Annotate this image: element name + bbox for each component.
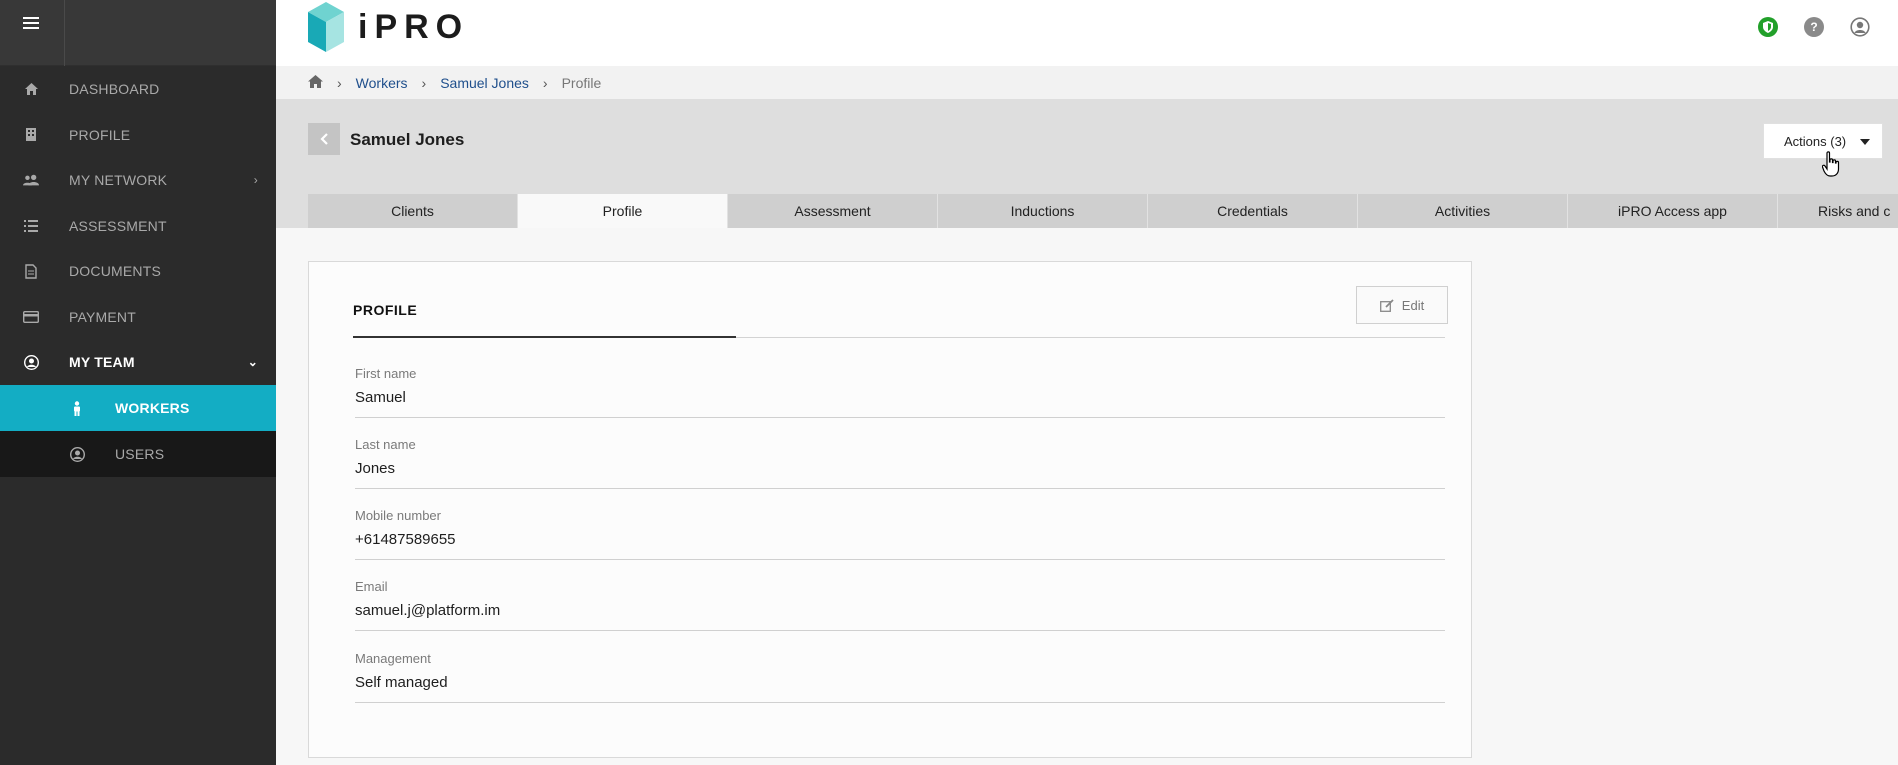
sidebar-item-dashboard[interactable]: DASHBOARD — [0, 66, 276, 112]
tab-label: Credentials — [1217, 203, 1288, 219]
worker-icon — [69, 400, 85, 416]
sidebar-item-label: PAYMENT — [69, 308, 136, 325]
edit-label: Edit — [1401, 297, 1425, 313]
sidebar-submenu: WORKERS USERS — [0, 385, 276, 477]
shield-icon[interactable] — [1758, 17, 1778, 37]
tab-credentials[interactable]: Credentials — [1148, 194, 1358, 228]
home-icon — [23, 81, 39, 97]
breadcrumb: › Workers › Samuel Jones › Profile — [276, 66, 1898, 99]
pointer-cursor-icon — [1821, 151, 1840, 183]
tab-assessment[interactable]: Assessment — [728, 194, 938, 228]
breadcrumb-link-workers[interactable]: Workers — [356, 75, 408, 91]
sidebar-item-documents[interactable]: DOCUMENTS — [0, 249, 276, 295]
chevron-right-icon: › — [253, 173, 258, 188]
sidebar-item-label: WORKERS — [115, 400, 190, 416]
sidebar-item-label: PROFILE — [69, 126, 131, 143]
user-circle-icon — [69, 446, 85, 462]
tab-risks[interactable]: Risks and c — [1778, 194, 1898, 228]
users-icon — [23, 172, 39, 188]
sidebar-item-payment[interactable]: PAYMENT — [0, 294, 276, 340]
field-label: Email — [355, 579, 388, 594]
breadcrumb-current: Profile — [561, 74, 602, 91]
sidebar-item-label: ASSESSMENT — [69, 217, 167, 234]
breadcrumb-separator: › — [421, 74, 427, 91]
field-label: Mobile number — [355, 508, 441, 523]
tab-bar: Clients Profile Assessment Inductions Cr… — [308, 194, 1898, 228]
profile-card: PROFILE Edit First name Samuel Last name… — [308, 261, 1472, 758]
tab-inductions[interactable]: Inductions — [938, 194, 1148, 228]
breadcrumb-link-worker[interactable]: Samuel Jones — [440, 75, 529, 91]
hamburger-menu-icon[interactable] — [23, 17, 39, 31]
sidebar-item-label: MY TEAM — [69, 354, 135, 371]
tab-label: Profile — [602, 203, 643, 219]
field-value: Jones — [355, 460, 396, 477]
field-value: +61487589655 — [355, 531, 456, 548]
user-account-icon[interactable] — [1850, 17, 1870, 37]
actions-label: Actions (3) — [1784, 133, 1847, 149]
logo[interactable]: iPRO — [308, 2, 469, 52]
tab-clients[interactable]: Clients — [308, 194, 518, 228]
logo-text: iPRO — [358, 7, 470, 46]
header-icons: ? — [1758, 17, 1870, 37]
field-value: Samuel — [355, 389, 406, 406]
tab-label: Clients — [391, 203, 434, 219]
back-button[interactable] — [308, 123, 340, 155]
field-mobile-number: Mobile number +61487589655 — [355, 508, 1445, 560]
tab-label: Assessment — [794, 203, 871, 219]
help-icon[interactable]: ? — [1804, 17, 1824, 37]
section-title: PROFILE — [353, 302, 418, 318]
caret-down-icon — [1860, 139, 1870, 145]
sidebar-item-assessment[interactable]: ASSESSMENT — [0, 203, 276, 249]
section-divider-accent — [353, 336, 736, 338]
field-management: Management Self managed — [355, 651, 1445, 703]
edit-button[interactable]: Edit — [1356, 286, 1448, 324]
sidebar-item-workers[interactable]: WORKERS — [0, 385, 276, 431]
edit-icon — [1379, 298, 1394, 312]
tab-label: Inductions — [1010, 203, 1075, 219]
sidebar: DASHBOARD PROFILE MY NETWORK › ASSESSMEN… — [0, 0, 276, 765]
field-email: Email samuel.j@platform.im — [355, 579, 1445, 631]
sidebar-top — [0, 0, 276, 66]
sidebar-item-users[interactable]: USERS — [0, 431, 276, 477]
breadcrumb-separator: › — [337, 74, 342, 91]
field-last-name: Last name Jones — [355, 437, 1445, 489]
sidebar-item-label: DASHBOARD — [69, 81, 160, 97]
sidebar-item-profile[interactable]: PROFILE — [0, 112, 276, 158]
page-title: Samuel Jones — [350, 130, 465, 149]
title-bar: Samuel Jones Actions (3) Clients Profile… — [276, 99, 1898, 228]
sidebar-item-label: MY NETWORK — [69, 172, 168, 189]
tab-label: Activities — [1434, 203, 1491, 219]
tab-activities[interactable]: Activities — [1358, 194, 1568, 228]
tab-label: Risks and c — [1818, 203, 1891, 219]
home-icon[interactable] — [308, 74, 323, 91]
sidebar-item-label: DOCUMENTS — [69, 263, 162, 280]
tab-profile[interactable]: Profile — [518, 194, 728, 228]
section-divider — [353, 336, 1445, 338]
field-value: samuel.j@platform.im — [355, 602, 501, 619]
chevron-left-icon — [320, 133, 328, 145]
field-label: First name — [355, 366, 417, 381]
sidebar-item-my-network[interactable]: MY NETWORK › — [0, 158, 276, 204]
document-icon — [23, 263, 39, 279]
credit-card-icon — [23, 309, 39, 325]
breadcrumb-separator: › — [542, 74, 548, 91]
tab-label: iPRO Access app — [1618, 203, 1727, 219]
logo-cube-icon — [308, 2, 344, 52]
chevron-down-icon: ⌄ — [247, 355, 258, 370]
list-icon — [23, 218, 39, 234]
sidebar-item-my-team[interactable]: MY TEAM ⌄ — [0, 340, 276, 386]
field-label: Last name — [355, 437, 416, 452]
field-first-name: First name Samuel — [355, 366, 1445, 418]
field-value: Self managed — [355, 674, 448, 691]
sidebar-item-label: USERS — [115, 446, 165, 462]
field-label: Management — [355, 651, 431, 666]
user-circle-icon — [23, 354, 39, 370]
top-header: iPRO ? — [276, 0, 1898, 66]
tab-ipro-access-app[interactable]: iPRO Access app — [1568, 194, 1778, 228]
sidebar-top-divider — [64, 0, 65, 66]
building-icon — [23, 127, 39, 143]
